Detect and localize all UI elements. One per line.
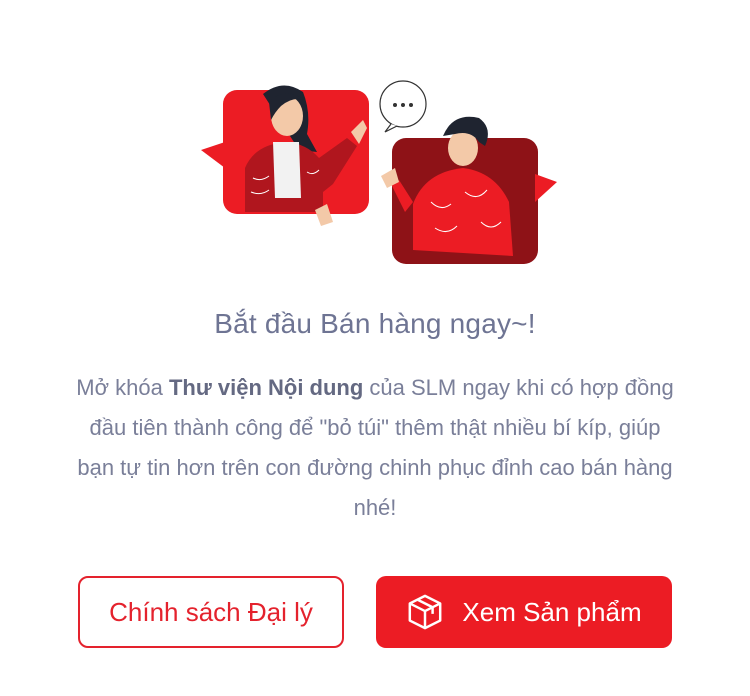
description-highlight: Thư viện Nội dung: [168, 375, 364, 400]
agent-policy-label: Chính sách Đại lý: [109, 596, 313, 627]
agent-policy-button[interactable]: Chính sách Đại lý: [78, 576, 344, 648]
two-people-chatting-illustration: [201, 80, 557, 264]
page-title: Bắt đầu Bán hàng ngay~!: [214, 308, 536, 339]
box-icon: [406, 593, 444, 631]
description-part1: Mở khóa: [76, 375, 169, 400]
view-products-label: Xem Sản phẩm: [462, 596, 642, 627]
view-products-button[interactable]: Xem Sản phẩm: [376, 576, 672, 648]
ellipsis-bubble-icon: [379, 80, 427, 133]
empty-state-card: Bắt đầu Bán hàng ngay~! Mở khóa Thư viện…: [0, 0, 750, 696]
description-text: Mở khóa Thư viện Nội dung của SLM ngay k…: [75, 368, 675, 528]
